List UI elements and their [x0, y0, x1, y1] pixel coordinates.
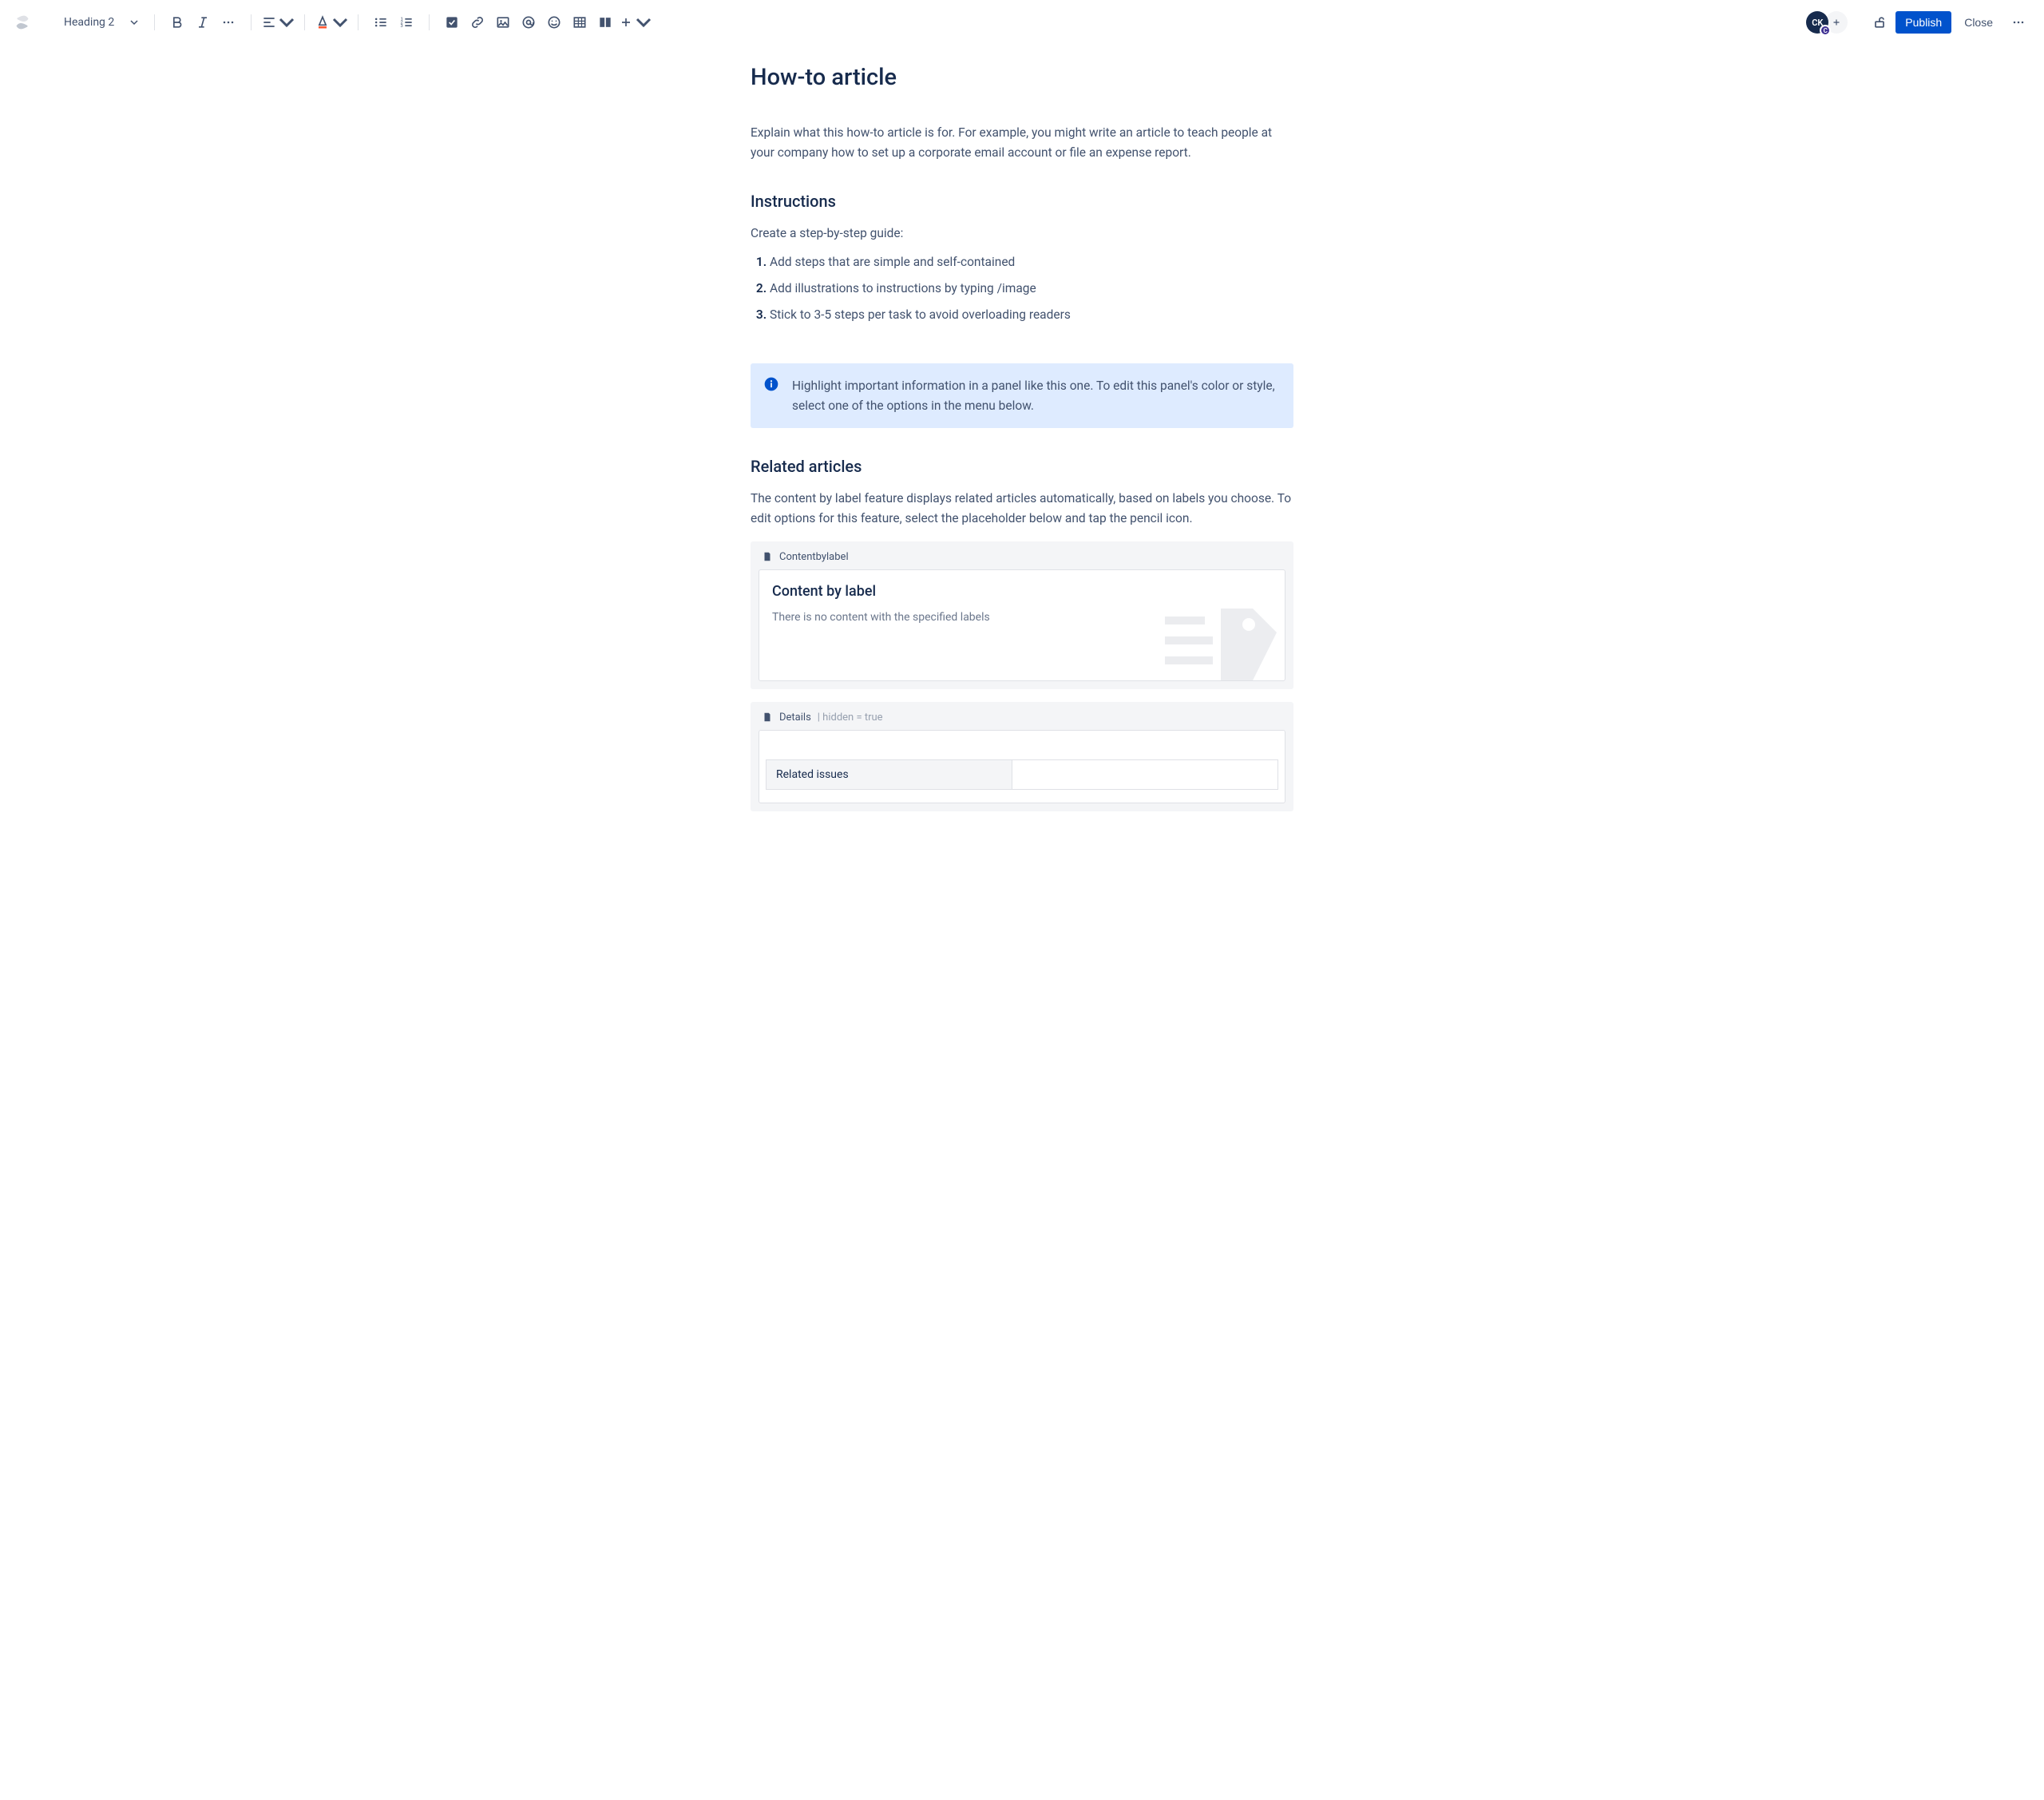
- details-table[interactable]: Related issues: [766, 759, 1278, 790]
- macro-header: Contentbylabel: [759, 549, 1285, 569]
- page-title[interactable]: How-to article: [751, 64, 1293, 91]
- related-heading[interactable]: Related articles: [751, 457, 1293, 476]
- collaborators: CK C: [1806, 11, 1848, 34]
- confluence-logo-icon: [13, 13, 32, 32]
- macro-meta: | hidden = true: [818, 712, 883, 724]
- panel-text[interactable]: Highlight important information in a pan…: [792, 376, 1281, 416]
- divider: [429, 14, 430, 30]
- editor-toolbar: Heading 2 123 CK C Publish: [0, 0, 2044, 45]
- editor-content[interactable]: How-to article Explain what this how-to …: [719, 45, 1325, 859]
- info-panel[interactable]: Highlight important information in a pan…: [751, 363, 1293, 429]
- more-actions-button[interactable]: [2006, 10, 2031, 35]
- more-formatting-button[interactable]: [216, 10, 241, 35]
- svg-text:3: 3: [401, 24, 403, 29]
- macro-body: Related issues: [759, 730, 1285, 803]
- table-cell-label[interactable]: Related issues: [766, 759, 1012, 789]
- macro-name: Contentbylabel: [779, 551, 849, 563]
- divider: [154, 14, 155, 30]
- insert-button[interactable]: [618, 10, 652, 35]
- table-button[interactable]: [567, 10, 592, 35]
- publish-button[interactable]: Publish: [1895, 11, 1951, 34]
- instructions-heading[interactable]: Instructions: [751, 192, 1293, 211]
- table-cell-value[interactable]: [1012, 759, 1278, 789]
- details-macro[interactable]: Details | hidden = true Related issues: [751, 702, 1293, 811]
- list-item[interactable]: Add steps that are simple and self-conta…: [770, 252, 1293, 272]
- document-icon: [762, 712, 773, 723]
- close-button[interactable]: Close: [1955, 11, 2002, 34]
- related-paragraph[interactable]: The content by label feature displays re…: [751, 489, 1293, 529]
- text-style-selector[interactable]: Heading 2: [57, 13, 145, 32]
- numbered-list-button[interactable]: 123: [394, 10, 419, 35]
- image-button[interactable]: [490, 10, 516, 35]
- mention-button[interactable]: [516, 10, 541, 35]
- restrictions-button[interactable]: [1867, 10, 1892, 35]
- chevron-down-icon: [279, 14, 295, 30]
- chevron-down-icon: [332, 14, 348, 30]
- bullet-list-button[interactable]: [368, 10, 394, 35]
- macro-header: Details | hidden = true: [759, 710, 1285, 730]
- list-item[interactable]: Stick to 3-5 steps per task to avoid ove…: [770, 305, 1293, 325]
- emoji-button[interactable]: [541, 10, 567, 35]
- info-icon: [763, 376, 779, 416]
- link-button[interactable]: [465, 10, 490, 35]
- divider: [251, 14, 252, 30]
- macro-body: Content by label There is no content wit…: [759, 569, 1285, 681]
- action-item-button[interactable]: [439, 10, 465, 35]
- italic-button[interactable]: [190, 10, 216, 35]
- divider: [304, 14, 305, 30]
- macro-name: Details: [779, 712, 811, 724]
- avatar-badge: C: [1820, 25, 1831, 36]
- text-color-button[interactable]: [315, 10, 348, 35]
- plus-icon: [1831, 17, 1842, 28]
- chevron-down-icon: [130, 18, 138, 26]
- document-icon: [762, 551, 773, 562]
- bold-button[interactable]: [164, 10, 190, 35]
- avatar[interactable]: CK C: [1806, 11, 1828, 34]
- align-button[interactable]: [261, 10, 295, 35]
- table-row: Related issues: [766, 759, 1278, 789]
- intro-paragraph[interactable]: Explain what this how-to article is for.…: [751, 123, 1293, 163]
- list-item[interactable]: Add illustrations to instructions by typ…: [770, 279, 1293, 299]
- label-illustration-icon: [1157, 593, 1285, 680]
- step-list[interactable]: Add steps that are simple and self-conta…: [751, 252, 1293, 324]
- layouts-button[interactable]: [592, 10, 618, 35]
- text-style-label: Heading 2: [64, 16, 114, 29]
- chevron-down-icon: [636, 14, 652, 30]
- content-by-label-macro[interactable]: Contentbylabel Content by label There is…: [751, 541, 1293, 689]
- instructions-lead[interactable]: Create a step-by-step guide:: [751, 224, 1293, 244]
